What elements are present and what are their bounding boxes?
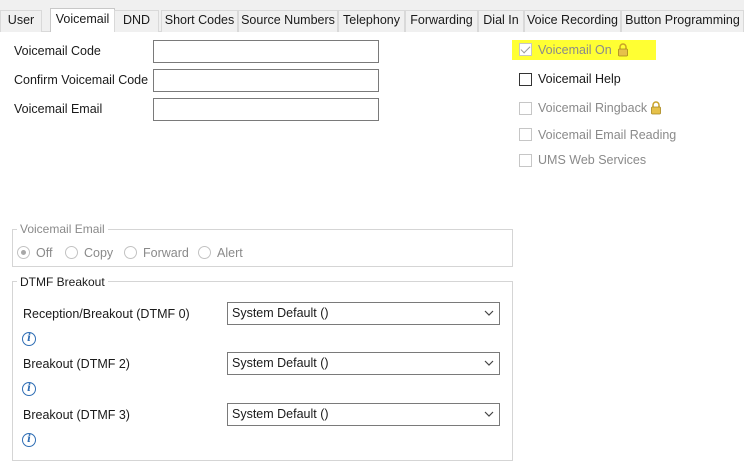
- tab-voicemail[interactable]: Voicemail: [50, 8, 115, 33]
- dtmf2-label: Breakout (DTMF 2): [23, 357, 130, 371]
- voicemail-code-input[interactable]: [153, 40, 379, 63]
- tab-bar: User Voicemail DND Short Codes Source Nu…: [0, 0, 744, 33]
- ums-web-services-checkbox[interactable]: [519, 154, 532, 167]
- dtmf2-select[interactable]: System Default (): [227, 352, 500, 375]
- confirm-code-input[interactable]: [153, 69, 379, 92]
- tab-forwarding[interactable]: Forwarding: [405, 10, 478, 32]
- dtmf2-select-value: System Default (): [232, 356, 329, 370]
- tab-short-codes[interactable]: Short Codes: [161, 10, 238, 32]
- radio-forward[interactable]: [124, 246, 137, 259]
- info-icon[interactable]: i: [22, 332, 36, 346]
- dtmf3-select-value: System Default (): [232, 407, 329, 421]
- radio-off-label: Off: [36, 246, 53, 260]
- tab-dial-in[interactable]: Dial In: [478, 10, 524, 32]
- info-icon[interactable]: i: [22, 433, 36, 447]
- lock-icon: [618, 43, 628, 57]
- tab-user[interactable]: User: [0, 10, 42, 32]
- confirm-code-label: Confirm Voicemail Code: [14, 73, 149, 87]
- voicemail-code-label: Voicemail Code: [14, 44, 101, 58]
- chevron-down-icon: [484, 411, 494, 417]
- voicemail-panel: Voicemail Code Confirm Voicemail Code Vo…: [0, 32, 744, 463]
- radio-alert-label: Alert: [217, 246, 243, 260]
- radio-alert[interactable]: [198, 246, 211, 259]
- radio-copy[interactable]: [65, 246, 78, 259]
- voicemail-email-group-title: Voicemail Email: [17, 222, 108, 236]
- lock-icon: [651, 101, 661, 115]
- voicemail-email-label: Voicemail Email: [14, 102, 103, 116]
- radio-copy-label: Copy: [84, 246, 114, 260]
- voicemail-email-reading-checkbox[interactable]: [519, 128, 532, 141]
- voicemail-ringback-checkbox[interactable]: [519, 102, 532, 115]
- dtmf-breakout-group-title: DTMF Breakout: [17, 275, 108, 289]
- voicemail-help-checkbox[interactable]: [519, 73, 532, 86]
- tab-dnd[interactable]: DND: [114, 10, 159, 32]
- tab-voice-recording[interactable]: Voice Recording: [524, 10, 621, 32]
- dtmf0-select-value: System Default (): [232, 306, 329, 320]
- voicemail-email-input[interactable]: [153, 98, 379, 121]
- tab-telephony[interactable]: Telephony: [338, 10, 405, 32]
- tab-button-programming[interactable]: Button Programming: [621, 10, 744, 32]
- voicemail-email-reading-label: Voicemail Email Reading: [538, 128, 677, 142]
- ums-web-services-label: UMS Web Services: [538, 153, 647, 167]
- voicemail-on-checkbox[interactable]: [519, 43, 532, 56]
- chevron-down-icon: [484, 360, 494, 366]
- chevron-down-icon: [484, 310, 494, 316]
- dtmf0-select[interactable]: System Default (): [227, 302, 500, 325]
- info-icon[interactable]: i: [22, 382, 36, 396]
- dtmf3-select[interactable]: System Default (): [227, 403, 500, 426]
- voicemail-on-label: Voicemail On: [538, 43, 612, 57]
- dtmf3-label: Breakout (DTMF 3): [23, 408, 130, 422]
- voicemail-ringback-label: Voicemail Ringback: [538, 101, 648, 115]
- dtmf0-label: Reception/Breakout (DTMF 0): [23, 307, 190, 321]
- voicemail-help-label: Voicemail Help: [538, 72, 621, 86]
- tab-source-numbers[interactable]: Source Numbers: [238, 10, 338, 32]
- radio-off[interactable]: [17, 246, 30, 259]
- radio-forward-label: Forward: [143, 246, 189, 260]
